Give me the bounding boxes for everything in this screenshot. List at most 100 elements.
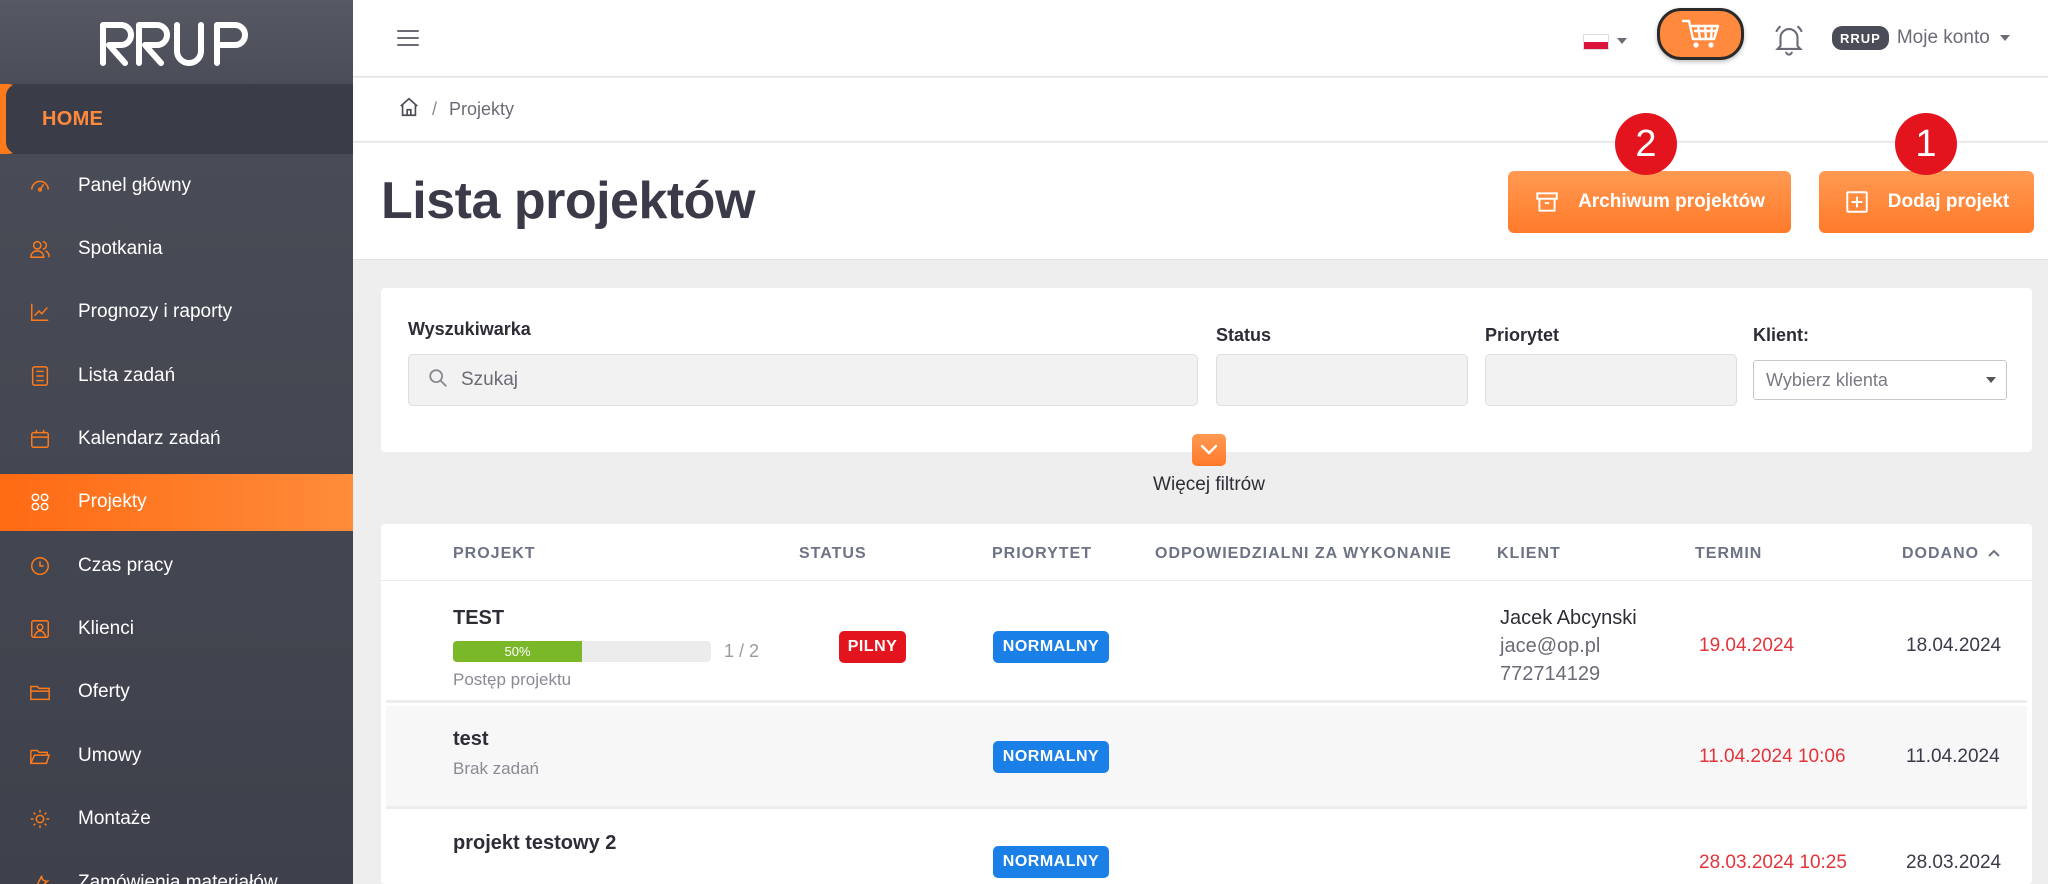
sidebar-item-panel-glowny[interactable]: Panel główny xyxy=(0,154,353,217)
language-flag-icon[interactable] xyxy=(1583,34,1609,50)
client-label: Klient: xyxy=(1753,325,1809,345)
priority-select[interactable] xyxy=(1485,354,1737,406)
sidebar-nav: Panel główny Spotkania Prognozy i raport… xyxy=(0,154,353,884)
users-icon xyxy=(28,237,52,261)
search-field[interactable] xyxy=(408,354,1198,406)
sidebar-item-klienci[interactable]: Klienci xyxy=(0,597,353,660)
added-date: 28.03.2024 xyxy=(1906,852,2002,873)
sidebar-item-zamowienia[interactable]: Zamówienia materiałów xyxy=(0,851,353,884)
table-row[interactable]: test Brak zadań NORMALNY 11.04.2024 10:0… xyxy=(386,706,2027,809)
notifications-bell-icon[interactable] xyxy=(1772,22,1806,61)
sidebar-item-oferty[interactable]: Oferty xyxy=(0,661,353,724)
sidebar-item-montaze[interactable]: Montaże xyxy=(0,788,353,851)
client-name[interactable]: Jacek Abcynski xyxy=(1500,607,1637,630)
column-header-klient[interactable]: KLIENT xyxy=(1497,545,1561,563)
chevron-down-icon xyxy=(1999,35,2010,41)
table-header: PROJEKT STATUS PRIORYTET ODPOWIEDZIALNI … xyxy=(381,524,2032,581)
search-label: Wyszukiwarka xyxy=(408,319,531,339)
sidebar-item-label: Montaże xyxy=(78,808,151,830)
account-label: Moje konto xyxy=(1896,27,1990,48)
client-select-placeholder: Wybierz klienta xyxy=(1766,369,1888,390)
column-header-status[interactable]: STATUS xyxy=(799,545,867,563)
client-select[interactable]: Wybierz klienta xyxy=(1753,360,2007,400)
progress-fill: 50% xyxy=(453,641,582,662)
client-phone: 772714129 xyxy=(1500,663,1601,685)
sidebar-item-label: Spotkania xyxy=(78,238,163,260)
filter-panel: Wyszukiwarka Status Priorytet Klient: Wy… xyxy=(381,288,2032,452)
page-header: Lista projektów Archiwum projektów Dodaj… xyxy=(353,113,2048,260)
status-badge: PILNY xyxy=(839,631,906,663)
sidebar-item-label: Umowy xyxy=(78,744,142,766)
sidebar-item-prognozy[interactable]: Prognozy i raporty xyxy=(0,281,353,344)
column-header-termin[interactable]: TERMIN xyxy=(1695,545,1762,563)
chevron-down-icon[interactable] xyxy=(1617,38,1627,44)
sidebar-home-label: HOME xyxy=(42,107,104,130)
contact-icon xyxy=(28,617,52,641)
sidebar-item-label: Zamówienia materiałów xyxy=(78,871,278,884)
account-menu[interactable]: RRUP Moje konto xyxy=(1832,26,2010,50)
search-icon xyxy=(427,367,449,394)
priority-label: Priorytet xyxy=(1485,325,1560,345)
table-row[interactable]: projekt testowy 2 NORMALNY 28.03.2024 10… xyxy=(386,812,2027,884)
project-name[interactable]: test xyxy=(453,728,489,751)
chevron-down-icon[interactable] xyxy=(1192,434,1226,466)
topbar: RRUP Moje konto xyxy=(353,0,2048,77)
account-logo: RRUP xyxy=(1832,26,1889,50)
column-header-odpowiedzialni[interactable]: ODPOWIEDZIALNI ZA WYKONANIE xyxy=(1155,545,1452,563)
sidebar-item-label: Kalendarz zadań xyxy=(78,428,221,450)
added-date: 11.04.2024 xyxy=(1906,746,2000,767)
breadcrumb: / Projekty xyxy=(353,78,2048,142)
folder-icon xyxy=(28,680,52,704)
page-title: Lista projektów xyxy=(381,172,755,230)
project-subtitle: Postęp projektu xyxy=(453,670,572,689)
archive-box-icon xyxy=(1534,189,1560,215)
folder-open-icon xyxy=(28,744,52,768)
more-filters-toggle[interactable]: Więcej filtrów xyxy=(1146,434,1272,496)
add-project-button[interactable]: Dodaj projekt xyxy=(1819,171,2034,233)
sidebar-item-kalendarz[interactable]: Kalendarz zadań xyxy=(0,408,353,471)
client-email[interactable]: jace@op.pl xyxy=(1500,635,1600,658)
wrench-icon xyxy=(28,871,52,884)
sidebar-item-spotkania[interactable]: Spotkania xyxy=(0,217,353,280)
sidebar-item-czas-pracy[interactable]: Czas pracy xyxy=(0,534,353,597)
checklist-icon xyxy=(28,364,52,388)
priority-badge: NORMALNY xyxy=(993,846,1109,878)
home-icon[interactable] xyxy=(398,96,420,123)
project-name[interactable]: TEST xyxy=(453,607,504,630)
sidebar-home[interactable]: HOME xyxy=(0,84,353,154)
sidebar-item-projekty[interactable]: Projekty xyxy=(0,473,353,531)
sidebar-item-label: Klienci xyxy=(78,618,134,640)
status-label: Status xyxy=(1216,325,1272,345)
sidebar-item-umowy[interactable]: Umowy xyxy=(0,724,353,787)
chart-line-icon xyxy=(28,300,52,324)
progress-count: 1 / 2 xyxy=(724,641,760,661)
priority-badge: NORMALNY xyxy=(993,631,1109,663)
column-header-dodano[interactable]: DODANO xyxy=(1902,545,1979,563)
logo[interactable] xyxy=(0,0,353,84)
table-row[interactable]: TEST 50% 1 / 2 Postęp projektu PILNY NOR… xyxy=(386,581,2027,703)
sidebar-item-label: Projekty xyxy=(78,491,147,513)
progress-bar: 50% xyxy=(453,641,711,662)
breadcrumb-current: Projekty xyxy=(449,99,515,119)
rrup-logo-icon xyxy=(99,22,248,66)
grid-icon xyxy=(28,490,52,514)
archive-projects-button[interactable]: Archiwum projektów xyxy=(1508,171,1791,233)
chevron-down-icon xyxy=(1986,377,1996,383)
cart-icon xyxy=(1681,19,1719,48)
more-filters-label: Więcej filtrów xyxy=(1153,474,1265,495)
priority-badge: NORMALNY xyxy=(993,741,1109,773)
status-select[interactable] xyxy=(1216,354,1468,406)
annotation-badge-2: 2 xyxy=(1615,113,1677,175)
search-input[interactable] xyxy=(461,369,1161,391)
sidebar-item-lista-zadan[interactable]: Lista zadań xyxy=(0,344,353,407)
gauge-icon xyxy=(28,174,52,198)
sort-up-icon[interactable] xyxy=(1987,546,2001,564)
added-date: 18.04.2024 xyxy=(1906,635,2002,656)
project-name[interactable]: projekt testowy 2 xyxy=(453,832,616,855)
sidebar: HOME Panel główny Spotkania Prognozy i r… xyxy=(0,0,353,884)
menu-toggle-icon[interactable] xyxy=(397,30,419,48)
column-header-priorytet[interactable]: PRIORYTET xyxy=(992,545,1092,563)
cart-button[interactable] xyxy=(1657,8,1744,60)
deadline-date: 11.04.2024 10:06 xyxy=(1699,746,1846,767)
column-header-projekt[interactable]: PROJEKT xyxy=(453,545,536,563)
